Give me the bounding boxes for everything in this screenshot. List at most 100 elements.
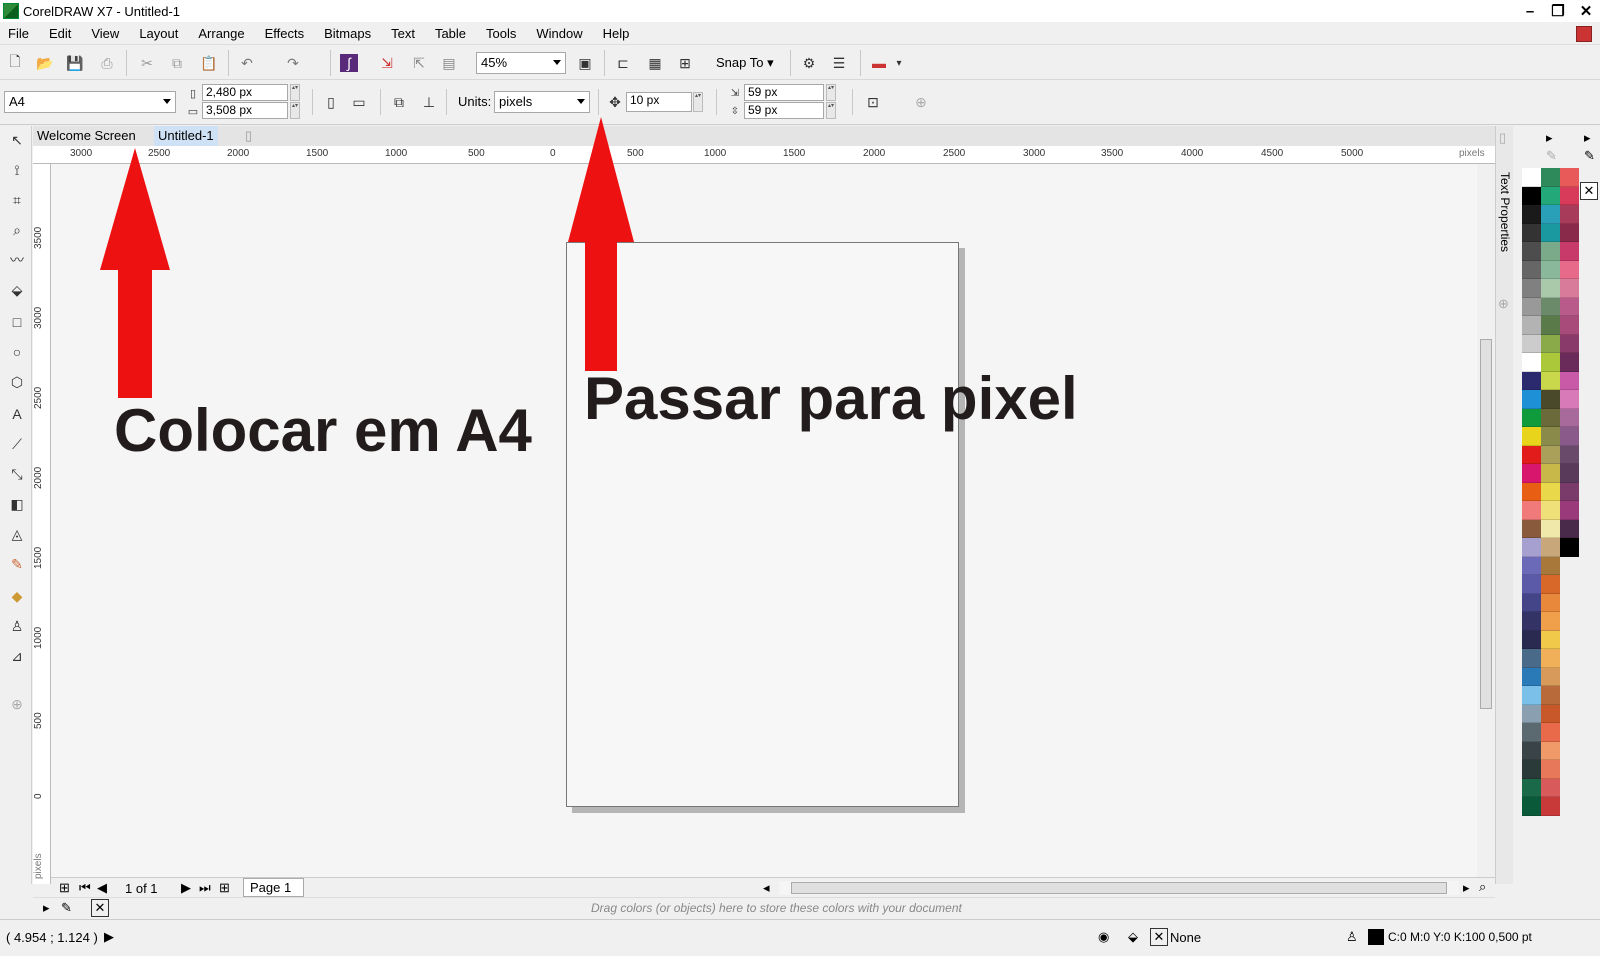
show-grid-icon[interactable]: ▦	[646, 54, 664, 72]
user-account-icon[interactable]	[1576, 26, 1592, 42]
palette-menu-icon[interactable]: ▸	[43, 900, 50, 916]
menu-text[interactable]: Text	[381, 26, 425, 41]
color-swatch[interactable]	[1541, 760, 1560, 779]
color-swatch[interactable]	[1522, 501, 1541, 520]
color-swatch[interactable]	[1522, 667, 1541, 686]
play-icon[interactable]: ▶	[104, 929, 114, 945]
color-swatch[interactable]	[1522, 704, 1541, 723]
zoom-tool-icon[interactable]: ⌕	[7, 220, 27, 240]
palette-scroll-up-icon[interactable]: ▸	[1546, 130, 1553, 146]
drop-shadow-tool-icon[interactable]: ◧	[7, 494, 27, 514]
vertical-scrollbar[interactable]	[1477, 164, 1495, 877]
color-swatch[interactable]	[1560, 168, 1579, 187]
text-properties-docker-tab[interactable]: Text Properties	[1498, 172, 1512, 252]
color-swatch[interactable]	[1560, 242, 1579, 261]
color-swatch[interactable]	[1541, 575, 1560, 594]
color-swatch[interactable]	[1522, 297, 1541, 316]
color-swatch[interactable]	[1522, 427, 1541, 446]
menu-layout[interactable]: Layout	[129, 26, 188, 41]
color-swatch[interactable]	[1541, 408, 1560, 427]
color-swatch[interactable]	[1541, 464, 1560, 483]
print-icon[interactable]: ⎙	[98, 54, 116, 72]
color-proofing-icon[interactable]: ◉	[1098, 929, 1109, 945]
docker-options-icon[interactable]: ▯	[1499, 130, 1506, 146]
quick-customize-icon[interactable]: ⊕	[1498, 296, 1509, 312]
color-swatch[interactable]	[1541, 778, 1560, 797]
color-swatch[interactable]	[1541, 186, 1560, 205]
color-swatch[interactable]	[1541, 723, 1560, 742]
restore-icon[interactable]: ❐	[1544, 0, 1572, 22]
full-screen-preview-icon[interactable]: ▣	[576, 54, 594, 72]
page-1-tab[interactable]: Page 1	[243, 878, 305, 897]
horizontal-ruler[interactable]: 3000 2500 2000 1500 1000 500 0 500 1000 …	[33, 146, 1495, 164]
color-swatch[interactable]	[1522, 630, 1541, 649]
color-swatch[interactable]	[1541, 704, 1560, 723]
scroll-left-icon[interactable]: ◂	[763, 880, 770, 896]
save-icon[interactable]: 💾	[66, 54, 84, 72]
color-swatch[interactable]	[1522, 612, 1541, 631]
transparency-tool-icon[interactable]: ◬	[7, 524, 27, 544]
palette-menu-icon[interactable]: ▸	[1584, 130, 1591, 146]
color-swatch[interactable]	[1522, 223, 1541, 242]
undo-icon[interactable]: ↶	[238, 54, 256, 72]
new-document-icon[interactable]: 🗋	[6, 53, 24, 72]
color-swatch[interactable]	[1522, 279, 1541, 298]
color-swatch[interactable]	[1522, 316, 1541, 335]
add-page-before-icon[interactable]: ⊞	[59, 880, 70, 896]
quick-customize-icon[interactable]: ⊕	[912, 93, 930, 111]
color-eyedropper-icon[interactable]: ✎	[7, 554, 27, 574]
color-swatch[interactable]	[1522, 445, 1541, 464]
publish-pdf-icon[interactable]: ▤	[440, 54, 458, 72]
duplicate-distance-x-field[interactable]: 59 px	[744, 84, 824, 101]
snap-to-dropdown[interactable]: Snap To ▾	[716, 55, 774, 71]
color-swatch[interactable]	[1560, 223, 1579, 242]
menu-bitmaps[interactable]: Bitmaps	[314, 26, 381, 41]
color-swatch[interactable]	[1522, 593, 1541, 612]
landscape-icon[interactable]: ▭	[350, 93, 368, 111]
color-swatch[interactable]	[1522, 390, 1541, 409]
color-swatch[interactable]	[1541, 741, 1560, 760]
color-swatch[interactable]	[1522, 778, 1541, 797]
height-spinner[interactable]: ▴▾	[290, 102, 300, 119]
previous-page-icon[interactable]: ◀	[97, 880, 107, 896]
first-page-icon[interactable]: ⏮	[79, 880, 91, 896]
scroll-right-icon[interactable]: ▸	[1463, 880, 1470, 896]
minimize-icon[interactable]: –	[1516, 0, 1544, 22]
color-swatch[interactable]	[1522, 186, 1541, 205]
color-swatch[interactable]	[1560, 390, 1579, 409]
menu-tools[interactable]: Tools	[476, 26, 526, 41]
cut-icon[interactable]: ✂	[138, 54, 156, 72]
menu-effects[interactable]: Effects	[255, 26, 315, 41]
color-swatch[interactable]	[1560, 371, 1579, 390]
color-swatch[interactable]	[1560, 501, 1579, 520]
smart-fill-tool-icon[interactable]: ⬙	[7, 280, 27, 300]
color-swatch[interactable]	[1541, 223, 1560, 242]
all-pages-icon[interactable]: ⧉	[390, 93, 408, 111]
rectangle-tool-icon[interactable]: □	[7, 312, 27, 332]
menu-view[interactable]: View	[81, 26, 129, 41]
eyedropper-icon[interactable]: ✎	[1546, 148, 1557, 164]
new-tab-icon[interactable]: ▯	[241, 126, 256, 146]
dup-x-spinner[interactable]: ▴▾	[826, 84, 836, 101]
color-swatch[interactable]	[1522, 353, 1541, 372]
vertical-scroll-thumb[interactable]	[1480, 339, 1492, 709]
color-swatch[interactable]	[1541, 667, 1560, 686]
color-swatch[interactable]	[1541, 686, 1560, 705]
nudge-distance-field[interactable]: 10 px	[626, 92, 692, 112]
eyedropper-icon[interactable]: ✎	[1584, 148, 1595, 164]
welcome-screen-icon[interactable]: ▬	[870, 54, 888, 72]
color-swatch[interactable]	[1522, 649, 1541, 668]
application-launcher-icon[interactable]: ☰	[830, 54, 848, 72]
color-swatch[interactable]	[1560, 538, 1579, 557]
color-swatch[interactable]	[1522, 556, 1541, 575]
options-icon[interactable]: ⚙	[800, 54, 818, 72]
menu-edit[interactable]: Edit	[39, 26, 81, 41]
width-spinner[interactable]: ▴▾	[290, 84, 300, 101]
color-swatch[interactable]	[1522, 686, 1541, 705]
color-swatch[interactable]	[1560, 316, 1579, 335]
color-swatch[interactable]	[1522, 797, 1541, 816]
next-page-icon[interactable]: ▶	[181, 880, 191, 896]
color-swatch[interactable]	[1541, 445, 1560, 464]
color-swatch[interactable]	[1560, 279, 1579, 298]
connector-tool-icon[interactable]: ⤡	[7, 464, 27, 484]
